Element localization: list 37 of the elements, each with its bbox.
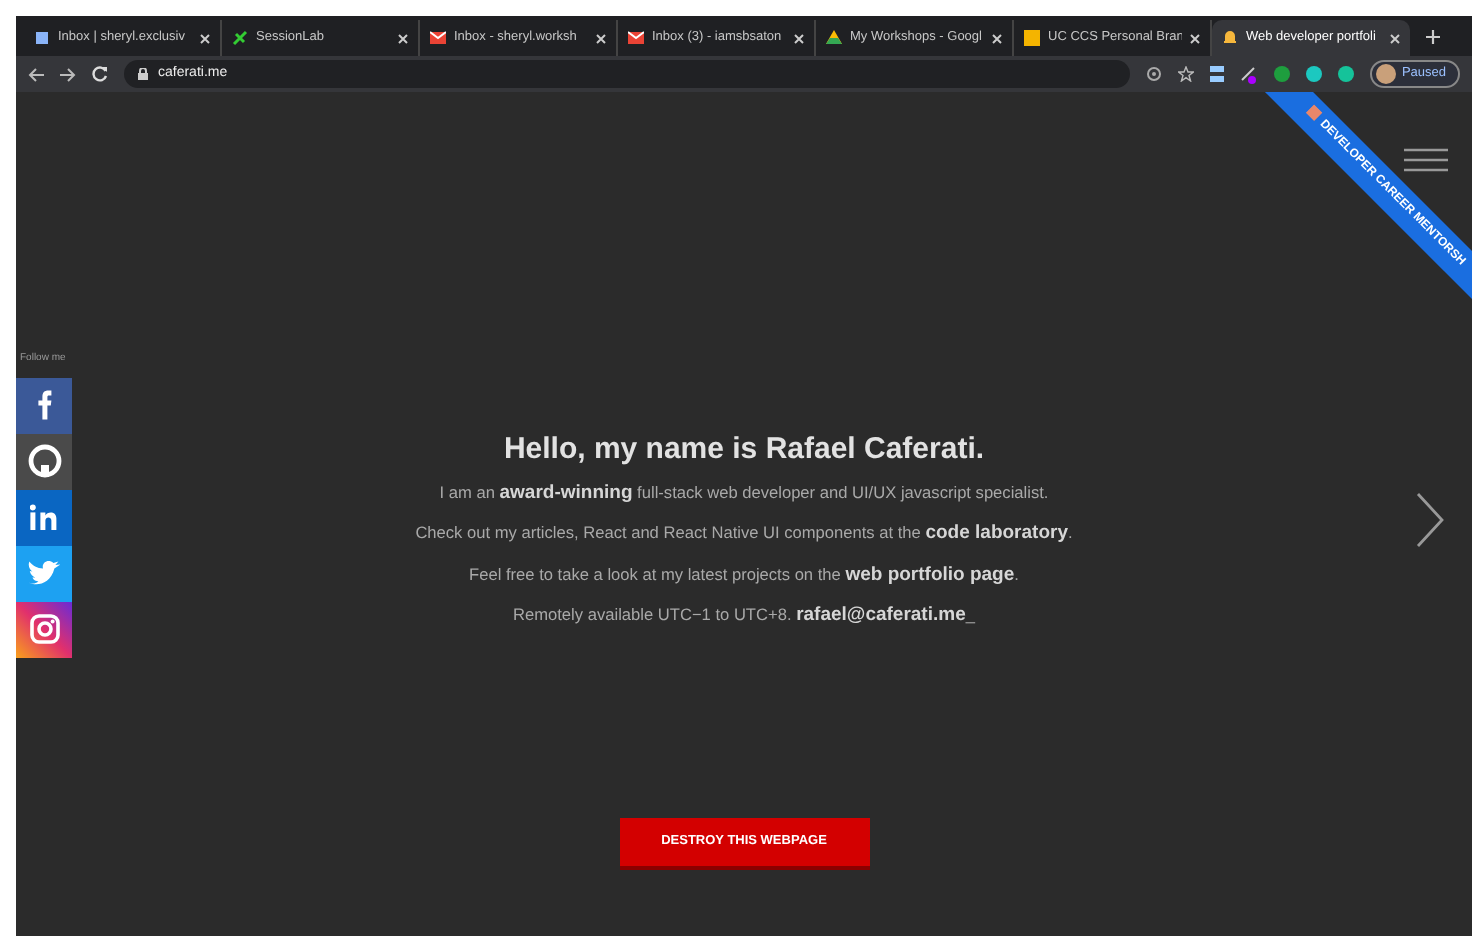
- extension-icon[interactable]: [1209, 66, 1224, 82]
- linkedin-button[interactable]: [16, 489, 72, 545]
- twitter-button[interactable]: [16, 545, 72, 601]
- bell-icon: [1222, 30, 1238, 46]
- facebook-button[interactable]: [16, 377, 72, 433]
- target-icon[interactable]: [1145, 66, 1162, 82]
- instagram-icon: [29, 614, 59, 644]
- instagram-button[interactable]: [16, 601, 72, 657]
- avatar-icon: [1375, 64, 1396, 84]
- close-icon[interactable]: [200, 33, 210, 43]
- intro-line: Remotely available UTC−1 to UTC+8. rafael@caferati.me_: [511, 601, 977, 630]
- close-icon[interactable]: [794, 33, 804, 43]
- badge-icon: [1305, 104, 1322, 122]
- mail-icon: [628, 30, 644, 46]
- close-icon[interactable]: [992, 33, 1002, 43]
- close-icon[interactable]: [1390, 33, 1400, 43]
- close-icon[interactable]: [596, 33, 606, 43]
- mail-icon: [430, 30, 446, 46]
- twitter-icon: [27, 560, 61, 586]
- intro-line: Check out my articles, React and React Native UI components at the code laboratory.: [415, 520, 1073, 549]
- intro-line: Feel free to take a look at my latest projects on the web portfolio page.: [467, 561, 1021, 589]
- close-icon[interactable]: [1190, 33, 1200, 43]
- star-icon[interactable]: [1177, 66, 1194, 82]
- github-icon: [27, 444, 61, 478]
- close-icon[interactable]: [398, 33, 408, 43]
- facebook-icon: [37, 390, 51, 420]
- new-tab-icon[interactable]: [1426, 30, 1440, 44]
- menu-icon[interactable]: [1404, 148, 1448, 172]
- github-button[interactable]: [16, 433, 72, 489]
- linkedin-icon: [30, 503, 58, 531]
- hero-heading: Hello, my name is Rafael Caferati.: [501, 432, 987, 468]
- back-icon[interactable]: [28, 67, 44, 81]
- drive-icon: [826, 30, 842, 46]
- reload-icon[interactable]: [92, 66, 108, 82]
- intro-line: I am an award-winning full-stack web developer and UI/UX javascript specialist.: [437, 480, 1051, 508]
- forward-icon[interactable]: [60, 67, 76, 81]
- pen-icon[interactable]: [1239, 64, 1258, 84]
